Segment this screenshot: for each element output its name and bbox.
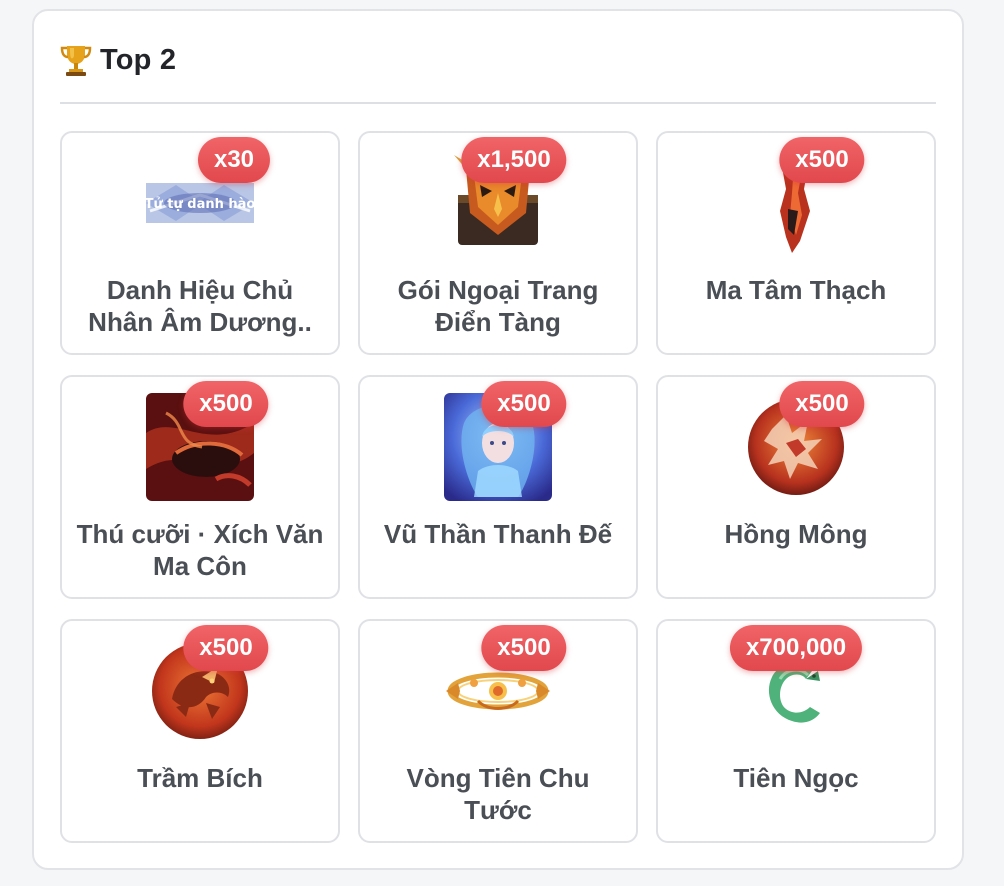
reward-name: Danh Hiệu Chủ Nhân Âm Dương.. [88,275,312,337]
panel-header: Top 2 [60,43,176,77]
reward-card[interactable]: x500 Vòng Tiên Chu Tước [358,619,638,843]
reward-name: Trầm Bích [137,763,263,793]
quantity-badge: x700,000 [729,625,863,671]
header-divider [60,102,936,104]
reward-panel: Top 2 Tử tự danh hào x30 Danh Hiệu Chủ N… [32,9,964,870]
reward-card[interactable]: x700,000 Tiên Ngọc [656,619,936,843]
reward-card[interactable]: x500 Vũ Thần Thanh Đế [358,375,638,599]
quantity-badge: x500 [481,625,567,671]
reward-name: Gói Ngoại Trang Điển Tàng [397,275,599,337]
reward-card[interactable]: x500 Trầm Bích [60,619,340,843]
quantity-badge: x30 [197,137,271,183]
quantity-badge: x500 [183,381,269,427]
trophy-icon [60,46,92,76]
reward-card[interactable]: x500 Hồng Mông [656,375,936,599]
quantity-badge: x500 [183,625,269,671]
svg-text:Tử tự danh hào: Tử tự danh hào [146,197,254,212]
reward-card[interactable]: x1,500 Gói Ngoại Trang Điển Tàng [358,131,638,355]
reward-name: Ma Tâm Thạch [705,275,887,305]
quantity-badge: x1,500 [461,137,567,183]
reward-name: Vũ Thần Thanh Đế [383,519,613,549]
quantity-badge: x500 [779,381,865,427]
reward-name: Hồng Mông [724,519,868,549]
reward-name: Tiên Ngọc [733,763,859,793]
reward-card[interactable]: x500 Thú cưỡi · Xích Văn Ma Côn [60,375,340,599]
reward-card[interactable]: Tử tự danh hào x30 Danh Hiệu Chủ Nhân Âm… [60,131,340,355]
reward-name: Vòng Tiên Chu Tước [406,763,590,825]
quantity-badge: x500 [779,137,865,183]
reward-grid: Tử tự danh hào x30 Danh Hiệu Chủ Nhân Âm… [60,131,936,843]
panel-title: Top 2 [100,43,177,76]
reward-name: Thú cưỡi · Xích Văn Ma Côn [76,519,324,581]
reward-card[interactable]: x500 Ma Tâm Thạch [656,131,936,355]
quantity-badge: x500 [481,381,567,427]
